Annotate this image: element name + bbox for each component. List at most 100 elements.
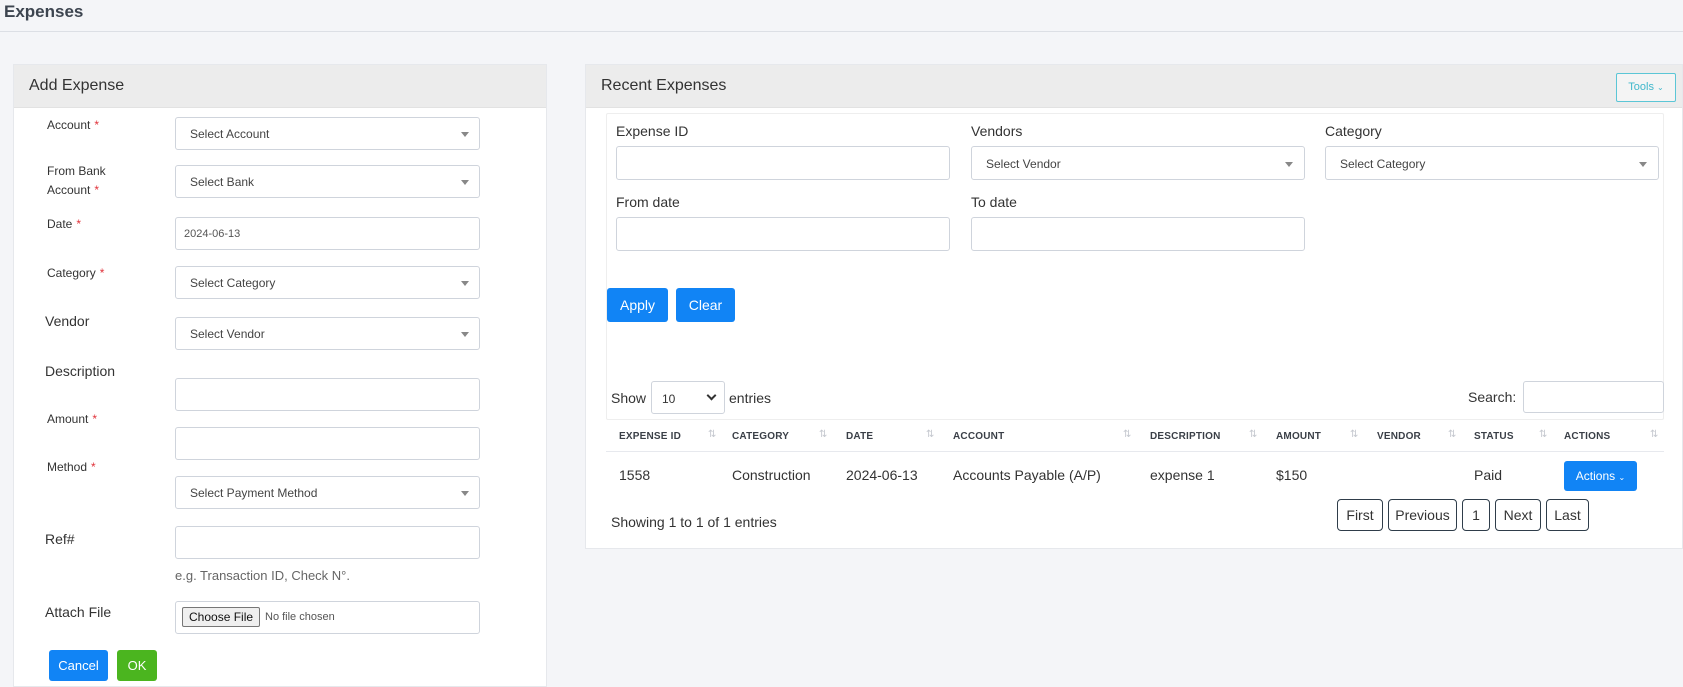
bank-select-placeholder: Select Bank [190, 175, 255, 189]
account-select[interactable]: Select Account [175, 117, 480, 150]
required-marker: * [94, 183, 100, 197]
choose-file-button[interactable]: Choose File [182, 607, 261, 627]
chevron-down-icon: ⌄ [1657, 83, 1664, 92]
ref-field[interactable] [175, 526, 480, 559]
category-filter-label: Category [1325, 123, 1382, 139]
caret-down-icon [461, 281, 469, 286]
vendor-select[interactable]: Select Vendor [175, 317, 480, 350]
vendor-select-placeholder: Select Vendor [190, 327, 265, 341]
pagination-next-button[interactable]: Next [1495, 499, 1541, 531]
column-header-status[interactable]: STATUS [1474, 431, 1514, 442]
category-select[interactable]: Select Category [175, 266, 480, 299]
ref-input[interactable] [176, 527, 479, 558]
sort-icon[interactable]: ⇅ [708, 429, 716, 440]
sort-icon[interactable]: ⇅ [819, 429, 827, 440]
page-title: Expenses [4, 2, 84, 21]
payment-method-select[interactable]: Select Payment Method [175, 476, 480, 509]
category-select-placeholder: Select Category [190, 276, 276, 290]
attach-file-field: Choose File No file chosen [175, 601, 480, 634]
amount-input[interactable] [176, 428, 479, 459]
from-bank-label: From Bank Account * [47, 162, 106, 200]
clear-button[interactable]: Clear [676, 288, 735, 322]
table-header-divider [606, 451, 1664, 452]
pagination-first-button[interactable]: First [1337, 499, 1383, 531]
category-filter-placeholder: Select Category [1340, 157, 1426, 171]
page-header: Expenses [0, 0, 1683, 32]
required-marker: * [91, 460, 96, 474]
expense-id-filter-input[interactable] [616, 146, 950, 180]
row-actions-button[interactable]: Actions ⌄ [1564, 461, 1637, 491]
cancel-button[interactable]: Cancel [49, 650, 108, 681]
from-bank-label-line2: Account [47, 183, 91, 197]
apply-button[interactable]: Apply [607, 288, 668, 322]
search-label: Search: [1468, 389, 1517, 405]
account-label-text: Account [47, 118, 91, 132]
vendors-filter-select[interactable]: Select Vendor [971, 146, 1305, 180]
to-date-filter-input[interactable] [971, 217, 1305, 251]
file-status: No file chosen [265, 611, 335, 623]
category-filter-select[interactable]: Select Category [1325, 146, 1659, 180]
entries-label: entries [729, 390, 772, 406]
column-header-date[interactable]: DATE [846, 431, 873, 442]
method-label: Method * [47, 458, 96, 477]
date-field[interactable] [175, 217, 480, 250]
ok-button[interactable]: OK [117, 650, 157, 681]
payment-method-placeholder: Select Payment Method [190, 486, 318, 500]
vendors-filter-placeholder: Select Vendor [986, 157, 1061, 171]
amount-field[interactable] [175, 427, 480, 460]
required-marker: * [92, 412, 98, 426]
filter-panel: Expense ID Vendors Select Vendor Categor… [606, 113, 1664, 420]
cell-description: expense 1 [1150, 467, 1215, 483]
recent-expenses-header: Recent Expenses Tools ⌄ [586, 65, 1682, 108]
caret-down-icon [461, 332, 469, 337]
pagination-last-button[interactable]: Last [1546, 499, 1589, 531]
cell-expense-id: 1558 [619, 467, 651, 483]
vendor-label: Vendor [45, 313, 90, 329]
bank-select[interactable]: Select Bank [175, 165, 480, 198]
caret-down-icon [461, 491, 469, 496]
column-header-vendor[interactable]: VENDOR [1377, 431, 1421, 442]
column-header-amount[interactable]: AMOUNT [1276, 431, 1321, 442]
search-input[interactable] [1523, 381, 1664, 413]
chevron-down-icon [706, 390, 717, 401]
from-date-filter-input[interactable] [616, 217, 950, 251]
from-bank-label-line1: From Bank [47, 164, 106, 178]
page-length-select[interactable]: 10 [651, 381, 725, 414]
sort-icon[interactable]: ⇅ [1539, 429, 1547, 440]
sort-icon[interactable]: ⇅ [1350, 429, 1358, 440]
required-marker: * [94, 118, 100, 132]
column-header-actions[interactable]: ACTIONS [1564, 431, 1610, 442]
column-header-expense-id[interactable]: EXPENSE ID [619, 431, 681, 442]
tools-label: Tools [1628, 81, 1654, 93]
column-header-account[interactable]: ACCOUNT [953, 431, 1004, 442]
pagination-previous-button[interactable]: Previous [1388, 499, 1457, 531]
add-expense-header: Add Expense [14, 65, 546, 108]
date-input[interactable] [176, 218, 479, 249]
sort-icon[interactable]: ⇅ [1249, 429, 1257, 440]
cell-status: Paid [1474, 467, 1503, 483]
tools-button[interactable]: Tools ⌄ [1616, 73, 1676, 102]
category-label-text: Category [47, 266, 96, 280]
sort-icon[interactable]: ⇅ [1123, 429, 1131, 440]
recent-expenses-card: Recent Expenses Tools ⌄ Expense ID Vendo… [585, 64, 1683, 549]
ref-label: Ref# [45, 531, 75, 547]
description-input[interactable] [176, 379, 479, 410]
sort-icon[interactable]: ⇅ [1650, 429, 1658, 440]
recent-expenses-title: Recent Expenses [601, 77, 727, 94]
column-header-category[interactable]: CATEGORY [732, 431, 789, 442]
description-field[interactable] [175, 378, 480, 411]
caret-down-icon [1639, 162, 1647, 167]
pagination-page-1-button[interactable]: 1 [1462, 499, 1490, 531]
cell-category: Construction [732, 467, 811, 483]
sort-icon[interactable]: ⇅ [1448, 429, 1456, 440]
to-date-filter-label: To date [971, 194, 1017, 210]
account-label: Account * [47, 116, 99, 135]
column-header-description[interactable]: DESCRIPTION [1150, 431, 1221, 442]
cell-account: Accounts Payable (A/P) [953, 467, 1101, 483]
show-label: Show [611, 390, 647, 406]
sort-icon[interactable]: ⇅ [926, 429, 934, 440]
required-marker: * [76, 217, 82, 231]
add-expense-card: Add Expense Account * Select Account From… [13, 64, 547, 687]
category-label: Category * [47, 264, 104, 283]
date-label-text: Date [47, 217, 73, 231]
